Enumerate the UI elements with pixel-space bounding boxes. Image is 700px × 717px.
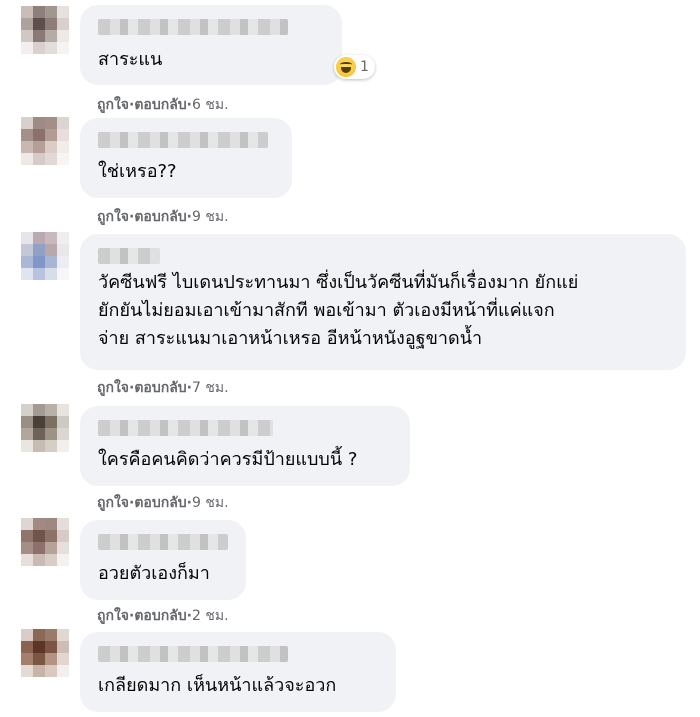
timestamp[interactable]: 7 ชม. [192, 377, 229, 399]
avatar[interactable] [21, 117, 69, 165]
reply-link[interactable]: ตอบกลับ [134, 605, 186, 627]
reaction-count: 1 [360, 59, 369, 75]
comment-bubble: เกลียดมาก เห็นหน้าแล้วจะอวก [80, 632, 396, 712]
reply-link[interactable]: ตอบกลับ [134, 206, 186, 228]
timestamp[interactable]: 9 ชม. [192, 492, 229, 514]
comment-actions: ถูกใจ · ตอบกลับ · 2 ชม. [97, 605, 229, 627]
comment-bubble: ใครคือคนคิดว่าควรมีป้ายแบบนี้ ? [80, 406, 410, 486]
comment-bubble: ใช่เหรอ?? [80, 118, 292, 198]
reaction-summary[interactable]: 1 [334, 55, 375, 79]
haha-reaction-icon [336, 57, 356, 77]
avatar[interactable] [21, 518, 69, 566]
like-link[interactable]: ถูกใจ [97, 605, 129, 627]
author-name-blurred[interactable] [98, 132, 268, 148]
comment-text: สาระแน [98, 49, 163, 70]
avatar[interactable] [21, 404, 69, 452]
comment-bubble: วัคซีนฟรี ไบเดนประทานมา ซึ่งเป็นวัคซีนที… [80, 234, 686, 370]
comment-text: อวยตัวเองก็มา [98, 563, 210, 584]
reply-link[interactable]: ตอบกลับ [134, 492, 186, 514]
author-name-blurred[interactable] [98, 248, 160, 264]
author-name-blurred[interactable] [98, 646, 288, 662]
timestamp[interactable]: 2 ชม. [192, 605, 229, 627]
like-link[interactable]: ถูกใจ [97, 94, 129, 116]
timestamp[interactable]: 9 ชม. [192, 206, 229, 228]
comment-text: ใช่เหรอ?? [98, 161, 177, 182]
comment-bubble: สาระแน [80, 5, 342, 85]
author-name-blurred[interactable] [98, 534, 228, 550]
reply-link[interactable]: ตอบกลับ [134, 94, 186, 116]
comment-actions: ถูกใจ · ตอบกลับ · 9 ชม. [97, 206, 229, 228]
author-name-blurred[interactable] [98, 420, 273, 436]
avatar[interactable] [21, 6, 69, 54]
author-name-blurred[interactable] [98, 19, 288, 35]
avatar[interactable] [21, 629, 69, 677]
avatar[interactable] [21, 232, 69, 280]
comment-actions: ถูกใจ · ตอบกลับ · 9 ชม. [97, 492, 229, 514]
reply-link[interactable]: ตอบกลับ [134, 377, 186, 399]
comment-bubble: อวยตัวเองก็มา [80, 520, 246, 600]
like-link[interactable]: ถูกใจ [97, 377, 129, 399]
comment-text: เกลียดมาก เห็นหน้าแล้วจะอวก [98, 675, 337, 696]
timestamp[interactable]: 6 ชม. [192, 94, 229, 116]
comment-actions: ถูกใจ · ตอบกลับ · 7 ชม. [97, 377, 229, 399]
comment-actions: ถูกใจ · ตอบกลับ · 6 ชม. [97, 94, 229, 116]
like-link[interactable]: ถูกใจ [97, 492, 129, 514]
like-link[interactable]: ถูกใจ [97, 206, 129, 228]
comment-text: วัคซีนฟรี ไบเดนประทานมา ซึ่งเป็นวัคซีนที… [98, 272, 579, 349]
comment-text: ใครคือคนคิดว่าควรมีป้ายแบบนี้ ? [98, 449, 358, 470]
